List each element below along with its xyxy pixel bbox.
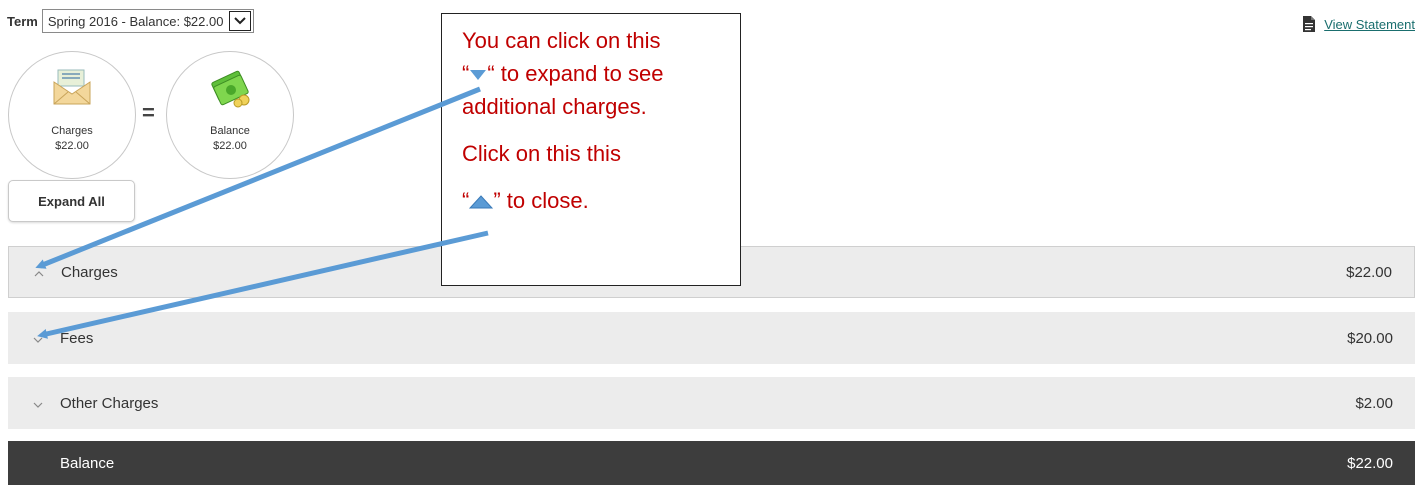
view-statement[interactable]: View Statement — [1302, 16, 1415, 33]
chevron-down-icon[interactable] — [28, 330, 48, 346]
charges-summary-amount: $22.00 — [55, 140, 89, 152]
view-statement-link[interactable]: View Statement — [1324, 17, 1415, 32]
envelope-money-icon — [53, 69, 91, 105]
balance-summary-amount: $22.00 — [213, 140, 247, 152]
charges-summary: Charges $22.00 — [8, 51, 136, 179]
callout-open-quote: “ — [462, 61, 470, 86]
equals-sign: = — [142, 100, 155, 125]
balance-row-amount: $22.00 — [1347, 454, 1393, 472]
fees-row-label: Fees — [60, 329, 94, 347]
fees-row[interactable]: Fees $20.00 — [8, 312, 1415, 364]
chevron-down-icon[interactable] — [28, 395, 48, 411]
callout-line-3: additional charges. — [462, 94, 647, 119]
fees-row-amount: $20.00 — [1347, 329, 1393, 347]
balance-summary-label: Balance — [210, 125, 250, 137]
other-charges-row-label: Other Charges — [60, 394, 159, 412]
term-selector-row: Term Spring 2016 - Balance: $22.00 — [7, 9, 255, 33]
balance-row: Balance $22.00 — [8, 441, 1415, 485]
annotation-callout: You can click on this “ “ to expand to se… — [441, 13, 741, 286]
callout-line-5-text: ” to close. — [493, 188, 589, 213]
triangle-up-icon — [469, 195, 494, 209]
callout-line-1: You can click on this — [462, 28, 661, 53]
triangle-down-icon — [470, 70, 487, 81]
document-icon — [1303, 16, 1316, 32]
charges-row-amount: $22.00 — [1346, 263, 1392, 281]
callout-line-2-text: “ to expand to see — [487, 61, 664, 86]
balance-row-label: Balance — [60, 454, 115, 472]
term-select[interactable]: Spring 2016 - Balance: $22.00 — [41, 9, 255, 33]
term-select-value: Spring 2016 - Balance: $22.00 — [47, 13, 224, 29]
callout-line-4: Click on this this — [462, 141, 621, 166]
callout-line-2: “ “ to expand to see — [462, 57, 740, 90]
cash-icon — [211, 70, 250, 108]
other-charges-row-amount: $2.00 — [1355, 394, 1393, 412]
callout-line-5: “ ” to close. — [462, 184, 740, 217]
other-charges-row[interactable]: Other Charges $2.00 — [8, 377, 1415, 429]
expand-all-button[interactable]: Expand All — [8, 180, 135, 222]
chevron-down-icon[interactable] — [229, 11, 252, 31]
term-label: Term — [7, 13, 38, 29]
callout-open-quote-2: “ — [462, 188, 470, 213]
balance-summary: Balance $22.00 — [166, 51, 294, 179]
chevron-up-icon[interactable] — [29, 264, 49, 280]
charges-summary-label: Charges — [51, 125, 93, 137]
